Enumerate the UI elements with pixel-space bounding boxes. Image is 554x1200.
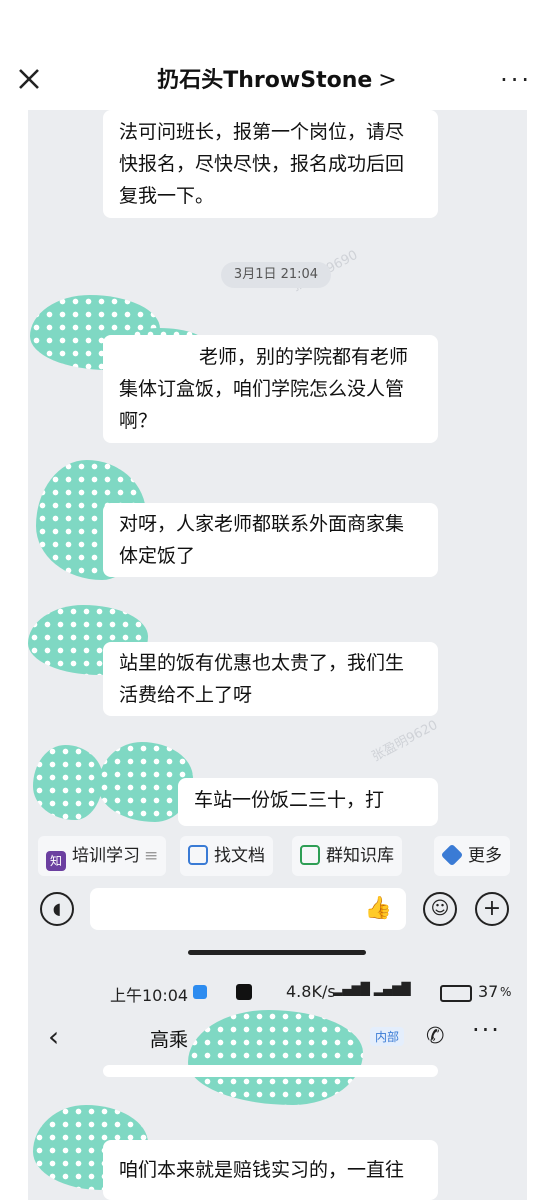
- plus-icon[interactable]: +: [475, 892, 509, 926]
- percent-sign: %: [500, 985, 512, 999]
- app-icon: [193, 985, 207, 999]
- message-bubble[interactable]: 对呀，人家老师都联系外面商家集体定饭了: [103, 503, 438, 577]
- redacted-avatar: [33, 745, 103, 820]
- network-speed: 4.8K/s: [286, 982, 336, 1001]
- chat-screenshot: 行动 张盈明9690 行动 张盈明9690 张盈明9620 法可问班长，报第一个…: [28, 110, 527, 1200]
- status-bar: 上午10:04 4.8K/s ▂▄▆█ ▂▄▆█ 37 %: [28, 978, 527, 1006]
- quick-action-label: 更多: [468, 846, 502, 866]
- doc-search-icon: [188, 845, 208, 865]
- message-input[interactable]: 👍: [90, 888, 406, 930]
- internal-badge: 内部: [370, 1027, 405, 1046]
- more-icon[interactable]: ···: [472, 1016, 501, 1044]
- quick-action-label: 培训学习: [72, 846, 140, 866]
- message-bubble[interactable]: 老师，别的学院都有老师集体订盒饭，咱们学院怎么没人管啊？: [103, 335, 438, 443]
- quick-action-training[interactable]: 知培训学习 ≡: [38, 836, 167, 876]
- message-bubble[interactable]: 咱们本来就是赔钱实习的，一直往: [103, 1140, 438, 1200]
- tiktok-icon: [236, 984, 252, 1000]
- quick-action-knowledge-base[interactable]: 群知识库: [292, 836, 402, 876]
- message-text: 老师，别的学院都有老师集体订盒饭，咱们学院怎么没人管啊？: [119, 346, 409, 432]
- thumbs-up-icon[interactable]: 👍: [365, 896, 392, 921]
- quick-action-more[interactable]: 更多: [434, 836, 510, 876]
- menu-icon: ≡: [144, 846, 159, 866]
- back-icon[interactable]: ‹: [48, 1020, 59, 1053]
- redacted-name: [188, 1010, 363, 1105]
- message-bubble: [103, 1065, 438, 1077]
- quick-action-find-doc[interactable]: 找文档: [180, 836, 273, 876]
- more-icon[interactable]: ···: [500, 68, 532, 92]
- call-icon[interactable]: ✆: [426, 1024, 444, 1049]
- quick-actions-bar: 知培训学习 ≡ 找文档 群知识库 更多: [28, 828, 527, 878]
- watermark: 张盈明9620: [369, 717, 441, 765]
- message-bubble[interactable]: 法可问班长，报第一个岗位，请尽快报名，尽快尽快，报名成功后回复我一下。: [103, 110, 438, 218]
- cube-icon: [440, 843, 464, 867]
- emoji-icon[interactable]: ☺: [423, 892, 457, 926]
- input-bar: ◖ 👍 ☺ +: [28, 880, 527, 940]
- top-bar: 扔石头ThrowStone > ···: [0, 0, 554, 110]
- timestamp: 3月1日 21:04: [221, 262, 331, 288]
- voice-icon[interactable]: ◖: [40, 892, 74, 926]
- chat-title-left: 高乘: [150, 1029, 189, 1051]
- message-bubble[interactable]: 站里的饭有优惠也太贵了，我们生活费给不上了呀: [103, 642, 438, 716]
- message-bubble[interactable]: 车站一份饭二三十，打: [178, 778, 438, 826]
- quick-action-label: 群知识库: [326, 846, 394, 866]
- status-time: 上午10:04: [110, 986, 189, 1005]
- signal-icon: ▂▄▆█ ▂▄▆█: [333, 982, 411, 996]
- battery-level: 37: [478, 982, 499, 1001]
- chevron-right-icon: >: [378, 68, 397, 93]
- battery-icon: [440, 985, 472, 1002]
- page-title[interactable]: 扔石头ThrowStone >: [0, 62, 554, 94]
- zhi-icon: 知: [46, 851, 66, 871]
- home-indicator: [188, 950, 366, 955]
- quick-action-label: 找文档: [214, 846, 265, 866]
- book-icon: [300, 845, 320, 865]
